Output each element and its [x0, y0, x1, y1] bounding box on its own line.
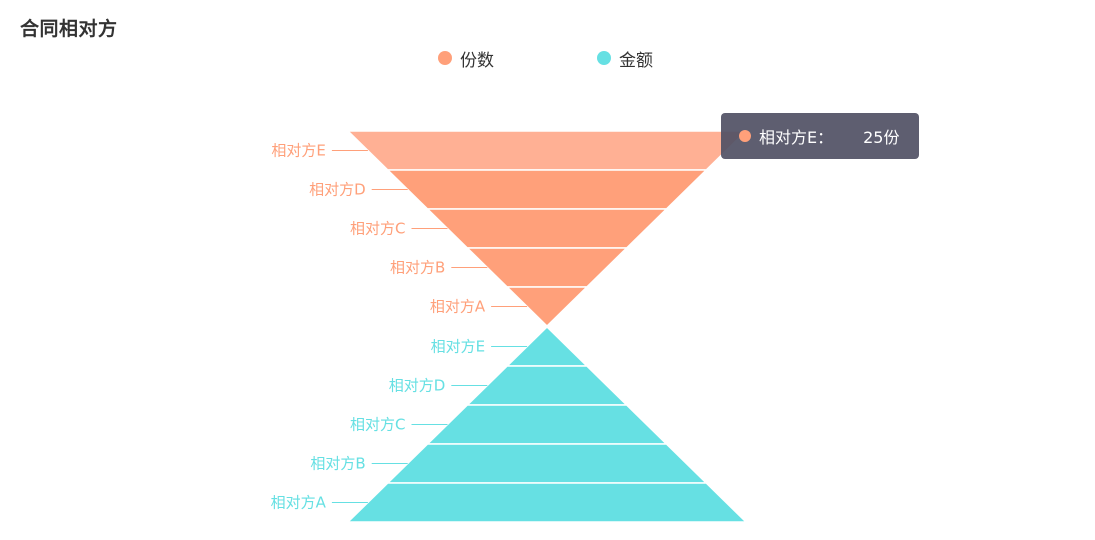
funnel-amount-label-相对方B: 相对方B — [310, 455, 365, 473]
funnel-count-label-相对方D: 相对方D — [309, 181, 366, 199]
funnel-amount-label-相对方D: 相对方D — [389, 377, 446, 395]
tooltip-series-name: 相对方E： — [759, 128, 834, 147]
funnel-amount-segment-相对方B[interactable] — [385, 443, 709, 484]
funnel-chart: 相对方E 相对方D 相对方C 相对方B 相对方A 相对方E 相对方D 相对方C 相对方B 相对方A — [271, 130, 748, 523]
funnel-amount-label-相对方E: 相对方E — [431, 338, 485, 356]
tooltip-dot — [739, 130, 751, 142]
funnel-amount-segment-相对方D[interactable] — [465, 365, 629, 406]
funnel-count-segment-相对方C[interactable] — [425, 208, 669, 249]
funnel-count-segment-相对方D[interactable] — [385, 169, 709, 210]
funnel-amount-label-相对方A: 相对方A — [271, 494, 327, 512]
funnel-count-segment-相对方B[interactable] — [465, 247, 629, 288]
funnel-amount-segment-相对方C[interactable] — [425, 404, 669, 445]
funnel-amount-segment-相对方A[interactable] — [346, 482, 748, 523]
funnel-amount-label-相对方C: 相对方C — [350, 416, 405, 434]
funnel-count-label-相对方B: 相对方B — [390, 259, 445, 277]
funnel-count-label-相对方E: 相对方E — [271, 142, 325, 160]
chart-tooltip: 相对方E： 25份 — [721, 113, 919, 159]
funnel-count-segment-相对方E[interactable] — [346, 130, 748, 171]
tooltip-value: 25份 — [863, 128, 900, 147]
funnel-count-label-相对方C: 相对方C — [350, 220, 405, 238]
funnel-count-label-相对方A: 相对方A — [430, 298, 486, 316]
